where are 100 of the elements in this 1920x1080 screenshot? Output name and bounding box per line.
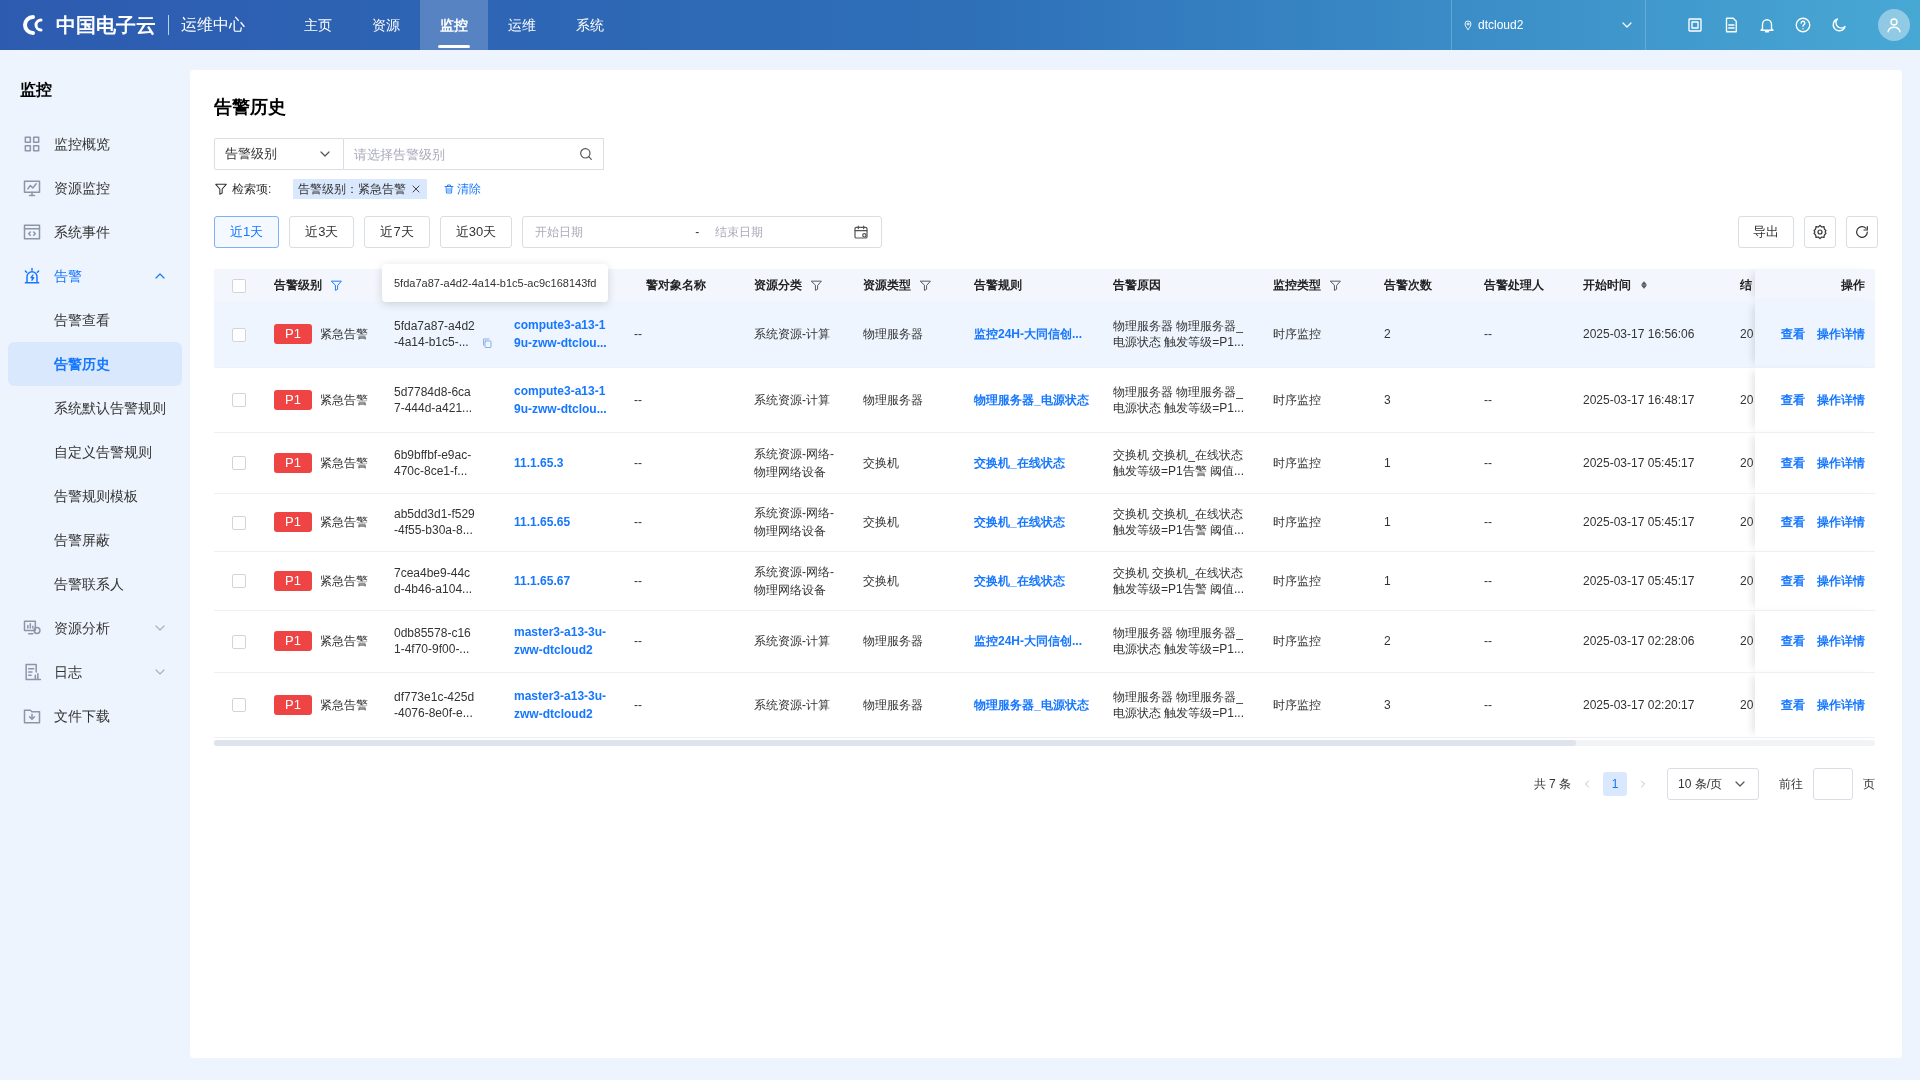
row-checkbox[interactable] [232, 574, 246, 589]
row-checkbox[interactable] [232, 698, 246, 713]
column-header: 结 [1740, 277, 1752, 294]
sidebar-subitem[interactable]: 告警历史 [8, 342, 182, 386]
horizontal-scrollbar[interactable] [214, 739, 1875, 746]
moon-icon[interactable] [1830, 16, 1848, 34]
refresh-button[interactable] [1846, 216, 1878, 248]
rule-link[interactable]: 监控24H-大同信创... [974, 634, 1082, 648]
range-button[interactable]: 近7天 [364, 216, 430, 248]
calendar-icon[interactable] [853, 224, 870, 240]
action-link[interactable]: 操作详情 [1817, 695, 1865, 714]
sidebar-subitem[interactable]: 告警查看 [8, 298, 182, 342]
sidebar-subitem[interactable]: 系统默认告警规则 [8, 386, 182, 430]
cloud-select[interactable]: dtcloud2 [1451, 0, 1646, 50]
table-cell: 0db85578-c16 1-4f70-9f00-... [394, 625, 471, 657]
table-cell: 2025-03-17 05:45:17 [1583, 515, 1695, 529]
table-cell: -- [1484, 455, 1492, 470]
sidebar-item[interactable]: 系统事件 [8, 210, 182, 254]
action-link[interactable]: 查看 [1781, 390, 1805, 409]
clear-link[interactable]: 清除 [443, 180, 482, 198]
sort-icon[interactable] [1639, 279, 1649, 291]
settings-button[interactable] [1804, 216, 1836, 248]
search-field[interactable]: 请选择告警级别 [344, 138, 604, 170]
object-link[interactable]: master3-a13-3u- zww-dtcloud2 [514, 686, 634, 723]
action-link[interactable]: 操作详情 [1817, 324, 1865, 343]
page-input[interactable] [1813, 767, 1853, 800]
row-checkbox[interactable] [232, 634, 246, 649]
trash-icon [443, 183, 456, 195]
search-icon[interactable] [578, 146, 594, 162]
sidebar-subitem[interactable]: 告警屏蔽 [8, 518, 182, 562]
priority-badge: P1 [274, 694, 312, 715]
table-cell: 物理服务器 [863, 326, 923, 341]
page-button[interactable]: 1 [1603, 771, 1627, 796]
sidebar-item[interactable]: 监控概览 [8, 122, 182, 166]
rule-link[interactable]: 物理服务器_电源状态 [974, 697, 1089, 712]
object-link[interactable]: 11.1.65.3 [514, 453, 634, 472]
copy-icon[interactable] [480, 336, 493, 349]
table-cell-text: 系统资源-计算 [754, 696, 831, 714]
export-button[interactable]: 导出 [1738, 216, 1794, 248]
rule-link[interactable]: 交换机_在线状态 [974, 455, 1065, 470]
select-all-checkbox[interactable] [232, 278, 246, 293]
avatar[interactable] [1878, 9, 1910, 41]
rule-link[interactable]: 交换机_在线状态 [974, 515, 1065, 529]
column-header: 告警处理人 [1484, 277, 1544, 294]
filter-icon[interactable] [810, 278, 823, 292]
page-size-select[interactable]: 10 条/页 [1667, 767, 1759, 800]
row-checkbox[interactable] [232, 393, 246, 408]
object-link[interactable]: compute3-a13-1 9u-zww-dtclou... [514, 381, 634, 418]
sidebar-item[interactable]: 资源分析 [8, 606, 182, 650]
object-link[interactable]: 11.1.65.65 [514, 513, 634, 531]
action-link[interactable]: 查看 [1781, 571, 1805, 590]
sidebar-subitem[interactable]: 告警规则模板 [8, 474, 182, 518]
filter-icon[interactable] [919, 278, 932, 292]
action-link[interactable]: 操作详情 [1817, 513, 1865, 531]
action-link[interactable]: 查看 [1781, 695, 1805, 714]
field-select[interactable]: 告警级别 [214, 138, 344, 170]
sidebar-item[interactable]: 资源监控 [8, 166, 182, 210]
rule-link[interactable]: 物理服务器_电源状态 [974, 392, 1089, 407]
nav-tab[interactable]: 资源 [352, 0, 420, 50]
action-link[interactable]: 查看 [1781, 632, 1805, 650]
action-link[interactable]: 操作详情 [1817, 390, 1865, 409]
range-button[interactable]: 近1天 [214, 216, 280, 248]
sidebar-item[interactable]: 日志 [8, 650, 182, 694]
row-checkbox[interactable] [232, 456, 246, 471]
object-link[interactable]: master3-a13-3u- zww-dtcloud2 [514, 623, 634, 659]
range-button[interactable]: 近30天 [439, 216, 513, 248]
tooltip: 5fda7a87-a4d2-4a14-b1c5-ac9c168143fd [382, 264, 609, 302]
sidebar-item[interactable]: 告警 [8, 254, 182, 298]
filter-icon[interactable] [1329, 278, 1342, 292]
action-link[interactable]: 查看 [1781, 324, 1805, 343]
screen-icon[interactable] [1686, 16, 1704, 34]
notification-icon[interactable] [1758, 16, 1776, 34]
nav-tab[interactable]: 主页 [284, 0, 352, 50]
table-cell: 20 [1740, 634, 1754, 648]
object-link[interactable]: 11.1.65.67 [514, 571, 634, 590]
nav-tab[interactable]: 系统 [556, 0, 624, 50]
range-button[interactable]: 近3天 [289, 216, 355, 248]
rule-link[interactable]: 交换机_在线状态 [974, 573, 1065, 588]
action-link[interactable]: 查看 [1781, 513, 1805, 531]
filter-icon[interactable] [330, 278, 343, 292]
help-icon[interactable] [1794, 16, 1812, 34]
nav-tab[interactable]: 运维 [488, 0, 556, 50]
table-cell: 3 [1384, 697, 1391, 712]
table-cell: -- [634, 392, 642, 407]
action-link[interactable]: 操作详情 [1817, 453, 1865, 472]
nav-tab[interactable]: 监控 [420, 0, 488, 50]
action-link[interactable]: 操作详情 [1817, 632, 1865, 650]
filter-icon [214, 182, 228, 196]
date-range-field[interactable]: 开始日期 - 结束日期 [522, 216, 883, 248]
object-link[interactable]: compute3-a13-1 9u-zww-dtclou... [514, 315, 634, 352]
row-checkbox[interactable] [232, 515, 246, 530]
row-checkbox[interactable] [232, 327, 246, 342]
action-link[interactable]: 操作详情 [1817, 571, 1865, 590]
action-link[interactable]: 查看 [1781, 453, 1805, 472]
sidebar-item[interactable]: 文件下载 [8, 694, 182, 738]
priority-badge: P1 [274, 631, 312, 651]
table-cell: 1 [1384, 515, 1391, 529]
sidebar-subitem[interactable]: 告警联系人 [8, 562, 182, 606]
rule-link[interactable]: 监控24H-大同信创... [974, 326, 1082, 341]
sidebar-subitem[interactable]: 自定义告警规则 [8, 430, 182, 474]
